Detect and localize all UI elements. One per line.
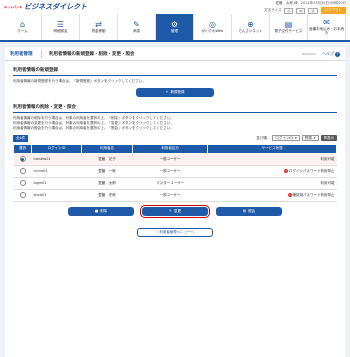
- page-category: 利用者管理: [10, 51, 33, 57]
- service-status: 利用可能: [320, 156, 335, 161]
- font-small-button[interactable]: 小: [284, 7, 294, 14]
- screen-id: BRSK005: [302, 51, 316, 56]
- user-name: 愛媛 一郎: [81, 165, 133, 178]
- trash-icon: ■: [94, 209, 99, 214]
- login-id: login01: [31, 177, 82, 190]
- page-title-bar: 利用者管理 利用者情報の新規登録・削除・変更・照会 BRSK005 ヘルプ?: [5, 47, 345, 61]
- admin-icon: ⚙: [170, 19, 179, 29]
- application-icon: ✉: [323, 17, 330, 27]
- list-icon: ☰: [56, 19, 65, 29]
- pencil-icon: ✎: [169, 209, 172, 214]
- nav-transfer[interactable]: ⇄ 資金移動: [80, 14, 118, 40]
- sort-key-select[interactable]: ログインID ▾: [272, 135, 300, 142]
- chevron-down-icon: ▾: [313, 136, 316, 141]
- user-name: 愛媛 太郎: [81, 177, 133, 190]
- user-type: 一般ユーザー: [132, 153, 208, 166]
- nav-applications[interactable]: ✉ 各種お申込み・お手続き: [308, 14, 346, 40]
- table-row[interactable]: hanako01 愛媛 花子 一般ユーザー 利用可能: [13, 153, 337, 166]
- home-icon: ⌂: [19, 19, 26, 29]
- new-register-button[interactable]: + 新規登録: [136, 87, 214, 97]
- nav-gaitame-web[interactable]: ◎ がいたわWeb: [194, 14, 232, 40]
- transfer-icon: ⇄: [95, 19, 102, 29]
- global-nav: ⌂ ホーム ☰ 明細照会 ⇄ 資金移動 ✎ 承認 ⚙ 管理 ◎ がいたわWeb ⊕ でんさいネ…: [0, 14, 350, 42]
- font-size-label: 文字サイズ: [264, 8, 282, 12]
- table-row[interactable]: login01 愛媛 太郎 マスターユーザー 利用可能: [13, 177, 337, 190]
- plus-icon: +: [165, 90, 169, 95]
- table-row[interactable]: shiro01 愛媛 史郎 一般ユーザー ! 確認用パスワード利用停止: [13, 189, 337, 202]
- nav-e-delivery[interactable]: ▤ 電子交付サービス: [270, 14, 308, 40]
- new-section-title: 利用者情報の新規登録: [13, 67, 337, 76]
- document-icon: ▤: [284, 19, 293, 29]
- login-id: ichiro01: [31, 165, 82, 178]
- select-radio[interactable]: [19, 156, 26, 163]
- table-row[interactable]: ichiro01 愛媛 一郎 一般ユーザー ! ログインパスワード利用停止: [13, 165, 337, 178]
- font-medium-button[interactable]: 中: [296, 7, 306, 14]
- chevron-down-icon: ▾: [294, 136, 297, 141]
- sort-label: 並び順：: [256, 135, 271, 140]
- col-user-type: 利用者区分: [131, 143, 209, 154]
- user-table: 選択 ログインID 利用者名 利用者区分 サービス状態 hanako01 愛媛 …: [13, 143, 337, 202]
- top-bar: ネットバンキ ビジネスダイレクト 愛媛 太郎 様 2014年03月30日 09時…: [0, 0, 350, 14]
- edit-desc-inquiry: 利用者情報の照会を行う場合は、対象の利用者を選択の上、「照会」ボタンをクリックし…: [13, 125, 174, 130]
- brand-logo: ネットバンキ ビジネスダイレクト: [4, 2, 87, 12]
- col-user-name: 利用者名: [81, 143, 133, 154]
- result-count: 全4件: [13, 134, 29, 142]
- user-type: 一般ユーザー: [132, 165, 208, 178]
- service-status: 確認用パスワード利用停止: [292, 192, 335, 197]
- logout-button[interactable]: ログアウト: [320, 7, 346, 14]
- last-login: 2014年03月30日 09時00分: [300, 1, 346, 5]
- login-id: shiro01: [31, 189, 82, 202]
- back-to-menu-button[interactable]: ‹ 利用者管理メニューへ: [137, 227, 213, 237]
- delete-button[interactable]: ■ 削除: [68, 206, 134, 216]
- user-name: 愛媛 太郎 様: [275, 1, 298, 5]
- col-login-id: ログインID: [30, 143, 83, 154]
- edit-section-title: 利用者情報の削除・変更・照会: [13, 104, 337, 113]
- warning-icon: !: [287, 193, 292, 198]
- network-icon: ⊕: [247, 19, 254, 29]
- sort-direction-select[interactable]: 昇順 ▾: [301, 135, 319, 142]
- help-icon: ?: [335, 51, 340, 57]
- new-section-desc: 利用者情報の新規登録を行う場合は、「新規登録」ボタンをクリックしてください。: [13, 79, 146, 83]
- select-radio[interactable]: [19, 180, 26, 187]
- document-icon: ▤: [242, 209, 247, 214]
- change-button[interactable]: ✎ 変更: [140, 204, 210, 218]
- service-status: ログインパスワード利用停止: [289, 168, 335, 173]
- nav-home[interactable]: ⌂ ホーム: [4, 14, 42, 40]
- inquiry-button[interactable]: ▤ 照会: [216, 206, 282, 216]
- warning-icon: !: [284, 169, 288, 174]
- main-content: 利用者情報の新規登録 利用者情報の新規登録を行う場合は、「新規登録」ボタンをクリ…: [5, 61, 345, 357]
- font-large-button[interactable]: 大: [308, 7, 318, 14]
- user-name: 愛媛 史郎: [81, 189, 133, 202]
- nav-densai[interactable]: ⊕ でんさいネット: [232, 14, 270, 40]
- user-area: 愛媛 太郎 様 2014年03月30日 09時00分 文字サイズ 小 中 大 ロ…: [264, 1, 346, 14]
- nav-statement[interactable]: ☰ 明細照会: [42, 14, 80, 40]
- globe-icon: ◎: [209, 19, 216, 29]
- redisplay-button[interactable]: 再表示: [320, 135, 337, 142]
- nav-admin[interactable]: ⚙ 管理: [156, 14, 194, 40]
- user-type: 一般ユーザー: [132, 189, 208, 202]
- select-radio[interactable]: [19, 192, 26, 199]
- help-link[interactable]: ヘルプ?: [322, 51, 340, 57]
- title-divider: [40, 49, 41, 58]
- brand-name: ビジネスダイレクト: [24, 3, 88, 11]
- col-service-status: サービス状態: [207, 143, 337, 154]
- page-title: 利用者情報の新規登録・削除・変更・照会: [49, 51, 135, 57]
- user-name: 愛媛 花子: [81, 153, 133, 166]
- approve-icon: ✎: [133, 19, 140, 29]
- col-select: 選択: [13, 143, 32, 154]
- nav-approve[interactable]: ✎ 承認: [118, 14, 156, 40]
- service-status: 利用可能: [320, 180, 335, 185]
- select-radio[interactable]: [19, 168, 26, 175]
- chevron-left-icon: ‹: [155, 230, 158, 235]
- user-type: マスターユーザー: [132, 177, 208, 190]
- brand-mark: ネットバンキ: [4, 5, 23, 9]
- login-id: hanako01: [31, 153, 82, 166]
